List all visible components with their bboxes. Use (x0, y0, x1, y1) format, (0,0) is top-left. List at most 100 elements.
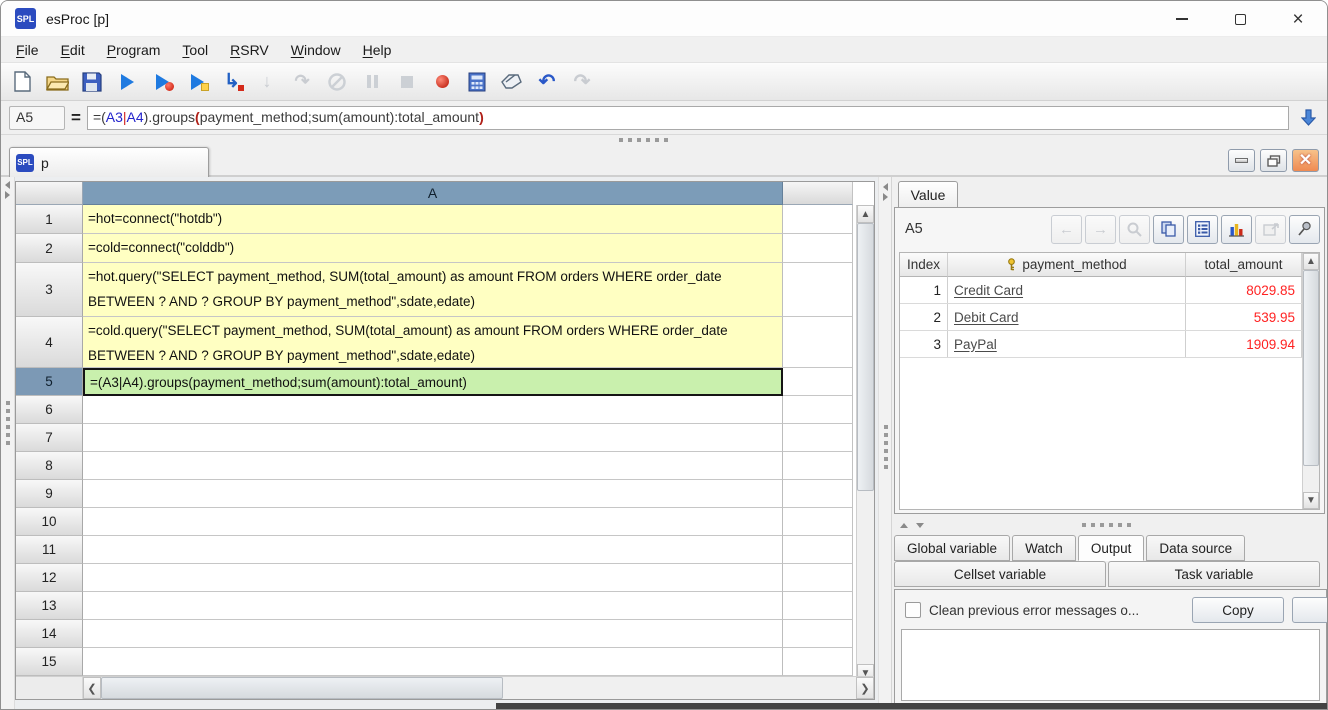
column-header-A[interactable]: A (83, 182, 783, 205)
copy-button[interactable]: Copy (1192, 597, 1284, 623)
center-splitter[interactable] (878, 177, 892, 709)
minimize-button[interactable] (1153, 1, 1211, 37)
cell-A7[interactable] (83, 424, 783, 452)
value-vscroll-thumb[interactable] (1303, 270, 1319, 466)
row-header-13[interactable]: 13 (16, 592, 83, 620)
step-return-icon[interactable]: ↷ (289, 69, 315, 95)
scroll-right-icon[interactable]: ❯ (856, 677, 874, 699)
collapse-left-icon[interactable] (5, 181, 10, 189)
mdi-restore-button[interactable] (1260, 149, 1287, 172)
row-header-12[interactable]: 12 (16, 564, 83, 592)
splitter-up-icon[interactable] (900, 523, 908, 528)
cell-A13[interactable] (83, 592, 783, 620)
cell-A5-selected[interactable]: =(A3|A4).groups(payment_method;sum(amoun… (83, 368, 783, 396)
cell-A1[interactable]: =hot=connect("hotdb") (83, 205, 783, 234)
scroll-up-icon[interactable]: ▲ (1303, 253, 1319, 270)
scroll-left-icon[interactable]: ❮ (83, 677, 101, 699)
run-current-cell-icon[interactable]: ↳ (219, 69, 245, 95)
undo-icon[interactable]: ↶ (534, 69, 560, 95)
tab-p[interactable]: SPL p (9, 147, 209, 177)
scroll-up-icon[interactable]: ▲ (857, 205, 874, 223)
row-header-2[interactable]: 2 (16, 234, 83, 263)
output-textarea[interactable] (901, 629, 1320, 701)
cell-A6[interactable] (83, 396, 783, 424)
menu-rsrv[interactable]: RSRV (219, 42, 280, 58)
row-header-4[interactable]: 4 (16, 317, 83, 368)
scroll-down-icon[interactable]: ▼ (1303, 492, 1319, 509)
grid-hscroll-thumb[interactable] (101, 677, 503, 699)
tab-task-variable[interactable]: Task variable (1108, 561, 1320, 587)
debug-execute-icon[interactable] (149, 69, 175, 95)
value-forward-icon[interactable]: → (1085, 214, 1116, 244)
menu-tool[interactable]: Tool (171, 42, 219, 58)
value-zoom-icon[interactable] (1119, 214, 1150, 244)
cell-A12[interactable] (83, 564, 783, 592)
table-row[interactable]: 2 Debit Card 539.95 (900, 304, 1319, 331)
menu-help[interactable]: Help (352, 42, 403, 58)
column-header-extra[interactable] (783, 182, 853, 205)
cell-A15[interactable] (83, 648, 783, 676)
splitter-right-icon[interactable] (882, 193, 888, 201)
row-header-1[interactable]: 1 (16, 205, 83, 234)
row-header-6[interactable]: 6 (16, 396, 83, 424)
grid-vscroll-thumb[interactable] (857, 223, 874, 491)
calculator-icon[interactable] (464, 69, 490, 95)
row-header-10[interactable]: 10 (16, 508, 83, 536)
tab-global-variable[interactable]: Global variable (894, 535, 1011, 561)
row-header-3[interactable]: 3 (16, 263, 83, 317)
row-header-5[interactable]: 5 (16, 368, 83, 396)
stop-icon[interactable] (394, 69, 420, 95)
row-header-14[interactable]: 14 (16, 620, 83, 648)
interrupt-icon[interactable] (324, 69, 350, 95)
mdi-close-button[interactable]: ✕ (1292, 149, 1319, 172)
tab-output[interactable]: Output (1077, 535, 1145, 561)
menu-window[interactable]: Window (280, 42, 352, 58)
value-detail-icon[interactable] (1187, 214, 1218, 244)
tab-watch[interactable]: Watch (1012, 535, 1076, 561)
formula-splitter[interactable] (1, 134, 1327, 144)
row-header-15[interactable]: 15 (16, 648, 83, 676)
value-table-scrollbar[interactable]: ▲ ▼ (1302, 253, 1319, 509)
mdi-minimize-button[interactable] (1228, 149, 1255, 172)
expand-formula-icon[interactable] (1295, 105, 1321, 131)
table-row[interactable]: 3 PayPal 1909.94 (900, 331, 1319, 358)
cell-A14[interactable] (83, 620, 783, 648)
row-header-7[interactable]: 7 (16, 424, 83, 452)
value-export-icon[interactable] (1255, 214, 1286, 244)
grid-vertical-scrollbar[interactable]: ▲ ▼ (856, 205, 874, 682)
new-file-icon[interactable] (9, 69, 35, 95)
table-row[interactable]: 1 Credit Card 8029.85 (900, 277, 1319, 304)
cell-A10[interactable] (83, 508, 783, 536)
cell-A9[interactable] (83, 480, 783, 508)
maximize-button[interactable] (1211, 1, 1269, 37)
splitter-left-icon[interactable] (882, 183, 888, 191)
tab-cellset-variable[interactable]: Cellset variable (894, 561, 1106, 587)
grid-horizontal-scrollbar[interactable]: ❮ ❯ (16, 676, 874, 699)
execute-icon[interactable] (114, 69, 140, 95)
step-execute-icon[interactable] (184, 69, 210, 95)
partial-button[interactable] (1292, 597, 1327, 623)
cell-A11[interactable] (83, 536, 783, 564)
cell-ref-input[interactable]: A5 (9, 105, 65, 130)
cell-A4[interactable]: =cold.query("SELECT payment_method, SUM(… (83, 317, 783, 368)
tab-value[interactable]: Value (898, 181, 958, 208)
redo-icon[interactable]: ↷ (569, 69, 595, 95)
value-chart-icon[interactable] (1221, 214, 1252, 244)
expand-right-icon[interactable] (5, 191, 10, 199)
step-into-icon[interactable]: ↓ (254, 69, 280, 95)
clear-icon[interactable] (499, 69, 525, 95)
left-splitter[interactable] (1, 177, 15, 709)
breakpoint-icon[interactable] (429, 69, 455, 95)
save-icon[interactable] (79, 69, 105, 95)
clean-messages-checkbox[interactable] (905, 602, 921, 618)
tab-data-source[interactable]: Data source (1146, 535, 1246, 561)
row-header-9[interactable]: 9 (16, 480, 83, 508)
row-header-11[interactable]: 11 (16, 536, 83, 564)
value-copy-icon[interactable] (1153, 214, 1184, 244)
row-header-8[interactable]: 8 (16, 452, 83, 480)
grid-corner[interactable] (16, 182, 83, 205)
pause-icon[interactable] (359, 69, 385, 95)
cell-A8[interactable] (83, 452, 783, 480)
menu-edit[interactable]: Edit (50, 42, 96, 58)
close-button[interactable]: × (1269, 1, 1327, 37)
